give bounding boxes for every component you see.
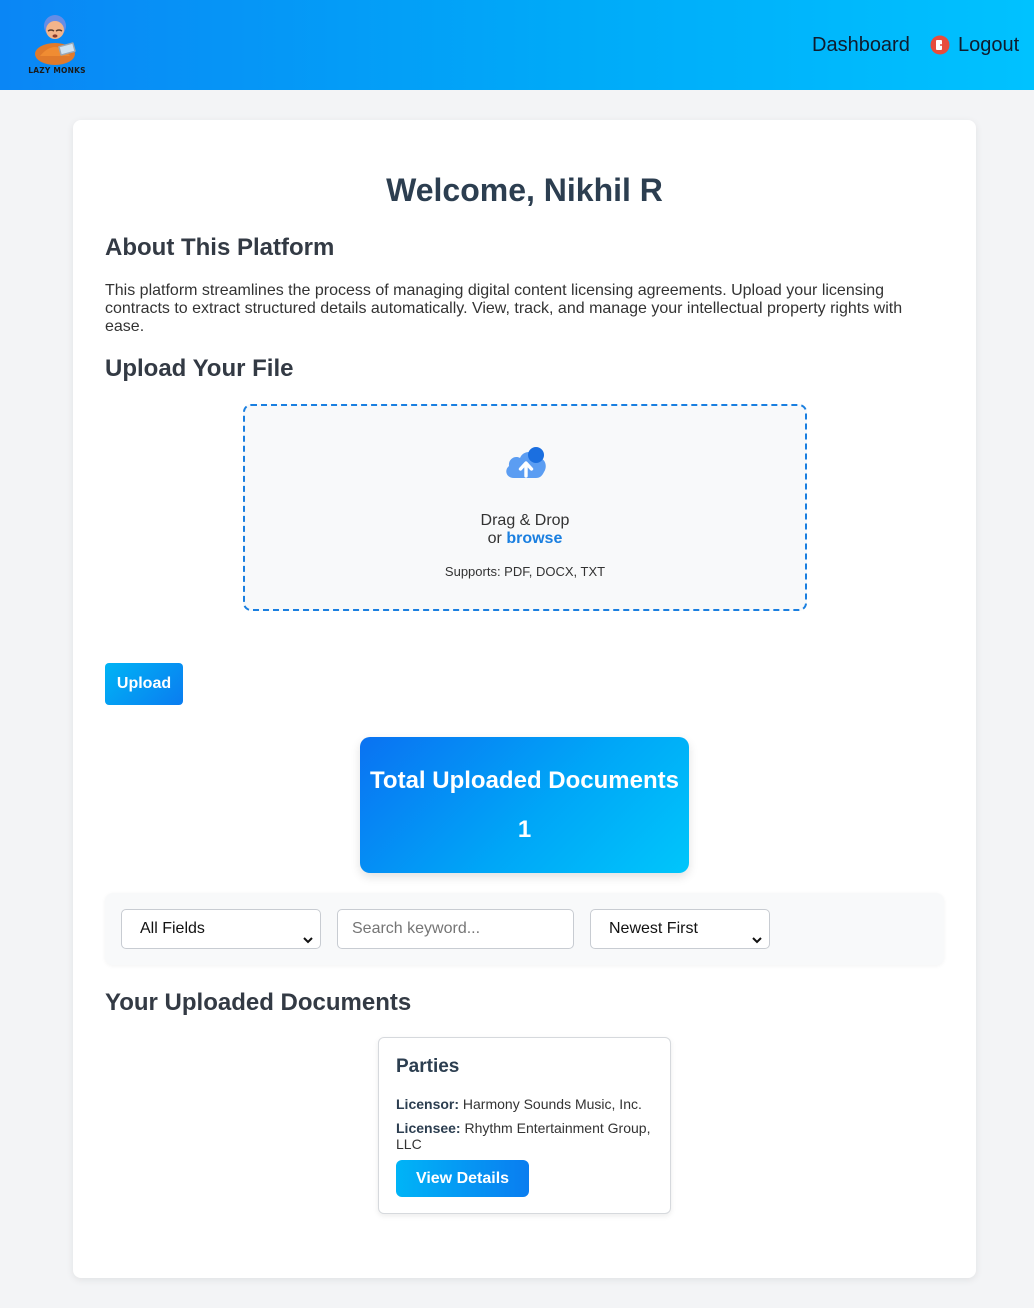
or-label: or	[487, 530, 502, 547]
stat-count: 1	[517, 816, 532, 843]
welcome-heading: Welcome, Nikhil R	[386, 172, 663, 208]
browse-link[interactable]: browse	[506, 530, 562, 547]
licensor-line: Licensor: Harmony Sounds Music, Inc.	[396, 1096, 658, 1112]
sort-value: Newest First	[609, 920, 698, 937]
about-text: This platform streamlines the process of…	[105, 282, 903, 335]
search-input[interactable]	[337, 909, 574, 949]
field-filter-value: All Fields	[140, 920, 205, 937]
drag-drop-label: Drag & Drop	[480, 512, 570, 529]
main-card: Welcome, Nikhil R About This Platform Th…	[73, 120, 976, 1278]
lazy-monks-logo[interactable]: LAZY MONKS	[28, 12, 86, 78]
logo-text: LAZY MONKS	[28, 66, 86, 75]
licensee-label: Licensee:	[396, 1120, 461, 1136]
chevron-down-icon	[302, 923, 314, 944]
file-dropzone[interactable]: Drag & Drop or browse Supports: PDF, DOC…	[243, 404, 807, 611]
licensor-value: Harmony Sounds Music, Inc.	[462, 1096, 642, 1112]
filter-bar: All Fields Newest First	[105, 893, 944, 965]
field-filter-select[interactable]: All Fields	[121, 909, 321, 949]
nav-logout-link[interactable]: Logout	[930, 34, 1019, 56]
document-title: Parties	[396, 1056, 460, 1077]
sort-select[interactable]: Newest First	[590, 909, 770, 949]
nav-dashboard-link[interactable]: Dashboard	[812, 34, 910, 56]
about-heading: About This Platform	[105, 234, 335, 261]
licensee-line: Licensee: Rhythm Entertainment Group, LL…	[396, 1120, 658, 1152]
documents-heading: Your Uploaded Documents	[105, 989, 412, 1016]
cloud-upload-icon	[502, 442, 550, 482]
stat-title: Total Uploaded Documents	[370, 767, 679, 794]
dropzone-text: Drag & Drop or browse	[245, 512, 805, 548]
top-navbar: LAZY MONKS Dashboard Logout	[0, 0, 1034, 90]
browse-line: or browse	[245, 530, 805, 548]
total-documents-stat: Total Uploaded Documents 1	[360, 737, 689, 873]
upload-button[interactable]: Upload	[105, 663, 183, 705]
logout-icon	[930, 35, 950, 55]
chevron-down-icon	[751, 923, 763, 944]
document-card: Parties Licensor: Harmony Sounds Music, …	[378, 1037, 671, 1214]
licensor-label: Licensor:	[396, 1096, 460, 1112]
upload-heading: Upload Your File	[105, 355, 294, 382]
view-details-button[interactable]: View Details	[396, 1160, 529, 1197]
monk-logo-icon	[35, 15, 76, 65]
supported-formats: Supports: PDF, DOCX, TXT	[444, 564, 606, 579]
logout-label: Logout	[958, 34, 1020, 56]
